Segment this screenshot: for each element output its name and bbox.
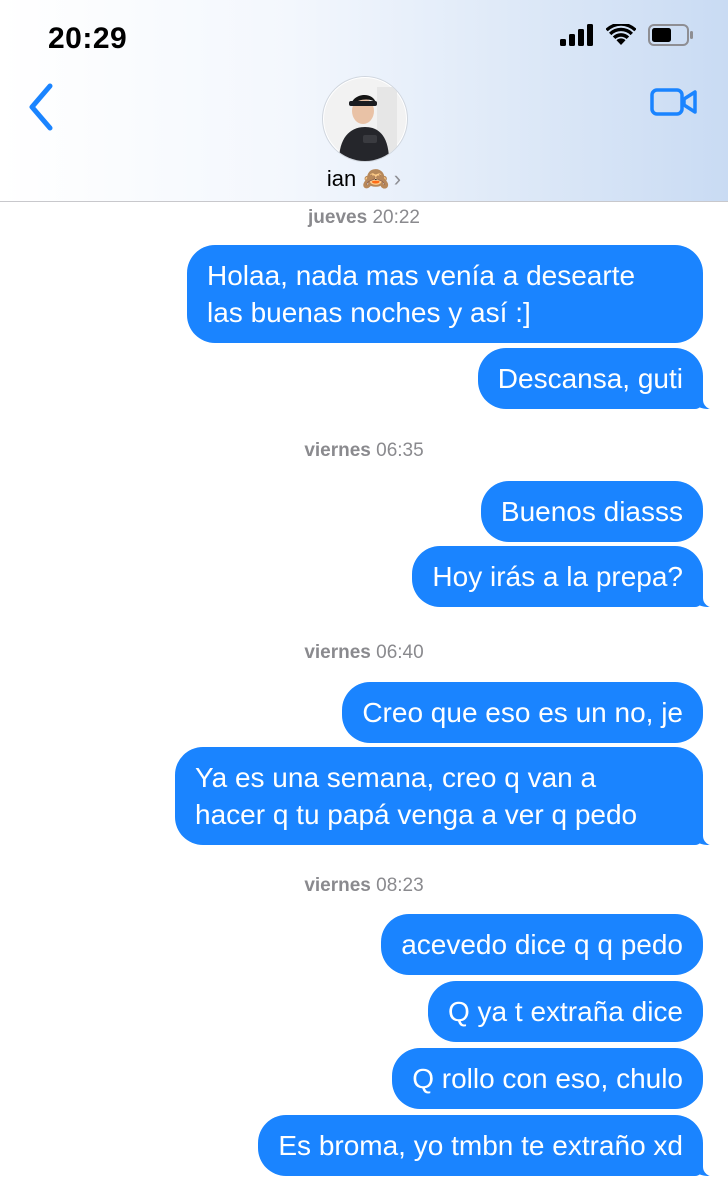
sent-message-bubble[interactable]: Q ya t extraña dice (427, 981, 703, 1042)
timestamp-time: 08:23 (376, 875, 424, 896)
message-thread[interactable]: jueves 20:22 Holaa, nada mas venía a des… (0, 202, 728, 1200)
sent-message-bubble[interactable]: Descansa, guti (477, 348, 728, 410)
timestamp: viernes 06:40 (0, 642, 728, 664)
video-camera-icon[interactable] (650, 84, 698, 120)
timestamp: viernes 06:35 (0, 440, 728, 462)
timestamp-day: viernes (304, 642, 371, 663)
sent-message-bubble[interactable]: Holaa, nada mas venía a desearte las bue… (187, 245, 703, 343)
chevron-right-icon: › (393, 166, 402, 191)
contact-name-button[interactable]: ian 🙈 › (0, 166, 728, 192)
sent-message-bubble[interactable]: Buenos diasss (480, 481, 703, 542)
person-photo (324, 78, 406, 161)
cellular-signal-icon (560, 24, 593, 46)
back-button[interactable] (22, 80, 66, 134)
timestamp-day: jueves (308, 207, 368, 228)
timestamp-time: 06:35 (376, 440, 424, 461)
timestamp: jueves 20:22 (0, 207, 728, 229)
timestamp-time: 06:40 (376, 642, 424, 663)
sent-message-bubble[interactable]: Creo que eso es un no, je (342, 682, 703, 743)
battery-icon (648, 24, 693, 46)
wifi-icon (606, 24, 636, 45)
timestamp: viernes 08:23 (0, 875, 728, 897)
sent-message-bubble[interactable]: acevedo dice q q pedo (381, 914, 703, 975)
sent-message-bubble[interactable]: Es broma, yo tmbn te extraño xd (258, 1115, 728, 1177)
timestamp-time: 20:22 (372, 207, 420, 228)
sent-message-bubble[interactable]: Ya es una semana, creo q van a hacer q t… (175, 747, 728, 846)
status-icons (560, 24, 694, 46)
timestamp-day: viernes (304, 875, 371, 896)
contact-avatar[interactable] (322, 76, 408, 162)
timestamp-day: viernes (304, 440, 371, 461)
contact-name: ian 🙈 (326, 166, 390, 191)
conversation-header: 20:29 ian 🙈 › (0, 0, 728, 202)
status-time: 20:29 (48, 22, 128, 55)
chevron-left-icon (29, 83, 53, 131)
sent-message-bubble[interactable]: Hoy irás a la prepa? (412, 546, 728, 608)
sent-message-bubble[interactable]: Q rollo con eso, chulo (392, 1048, 703, 1109)
